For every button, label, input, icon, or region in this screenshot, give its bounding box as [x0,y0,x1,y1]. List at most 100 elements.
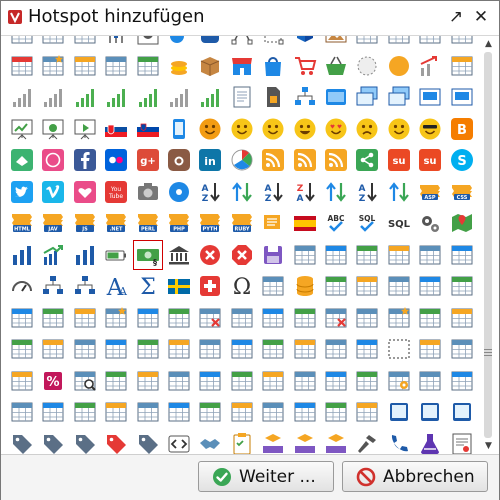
icon-cell[interactable] [70,240,100,270]
icon-cell[interactable] [227,303,257,333]
icon-cell[interactable] [447,429,477,454]
icon-cell[interactable] [352,429,382,455]
icon-cell[interactable] [38,240,68,270]
icon-cell[interactable] [384,397,414,427]
icon-cell[interactable] [227,240,257,270]
icon-cell[interactable] [321,271,351,301]
icon-cell[interactable] [70,114,100,144]
icon-cell[interactable] [321,51,351,81]
icon-cell[interactable] [7,51,37,81]
icon-cell[interactable] [258,208,288,238]
icon-cell[interactable]: su [384,145,414,175]
icon-cell[interactable] [227,429,257,454]
icon-cell[interactable] [195,366,225,396]
icon-cell[interactable] [352,303,382,333]
icon-cell[interactable] [415,366,445,396]
icon-cell[interactable] [384,114,414,144]
icon-cell[interactable] [258,271,288,301]
icon-cell[interactable] [195,240,225,270]
icon-cell[interactable] [415,334,445,364]
icon-cell[interactable] [290,271,320,301]
icon-cell[interactable] [384,366,414,396]
icon-cell[interactable] [195,51,225,81]
icon-cell[interactable]: AZ [258,177,288,207]
icon-cell[interactable] [70,397,100,427]
icon-cell[interactable] [447,208,477,238]
icon-cell[interactable] [227,82,257,112]
icon-cell[interactable] [133,397,163,427]
icon-cell[interactable] [164,240,194,270]
icon-cell[interactable]: PYTH [195,208,225,238]
icon-cell[interactable] [7,240,37,270]
icon-cell[interactable] [38,114,68,144]
icon-cell[interactable] [352,114,382,144]
icon-cell[interactable] [70,145,100,175]
icon-cell[interactable] [290,429,320,455]
icon-cell[interactable] [7,303,37,333]
icon-cell[interactable] [384,82,414,112]
icon-cell[interactable] [352,240,382,270]
icon-cell[interactable] [352,397,382,427]
icon-cell[interactable] [321,114,351,144]
icon-cell[interactable] [384,36,414,49]
next-button[interactable]: Weiter ... [198,461,334,492]
icon-cell[interactable] [258,82,288,112]
icon-cell[interactable] [227,145,257,175]
icon-cell[interactable] [164,177,194,207]
icon-cell[interactable] [195,114,225,144]
icon-cell[interactable]: SQL [352,208,382,238]
icon-cell[interactable] [258,429,288,455]
icon-cell[interactable] [38,51,68,81]
icon-cell[interactable]: su [415,145,445,175]
icon-cell[interactable] [101,82,131,112]
icon-cell[interactable] [195,82,225,112]
icon-cell[interactable] [101,429,131,455]
icon-cell[interactable] [290,145,320,175]
icon-cell[interactable] [38,177,68,207]
icon-cell[interactable] [164,366,194,396]
icon-cell[interactable] [133,51,163,81]
icon-cell[interactable] [447,366,477,396]
icon-cell[interactable] [133,429,163,455]
icon-cell[interactable]: You Tube [101,177,131,207]
icon-cell[interactable] [7,36,37,49]
icon-cell[interactable] [447,36,477,49]
icon-cell[interactable] [290,334,320,364]
icon-cell[interactable] [133,334,163,364]
icon-cell[interactable] [321,177,351,207]
icon-cell[interactable] [447,82,477,112]
icon-cell[interactable] [38,397,68,427]
icon-cell[interactable] [38,334,68,364]
icon-cell[interactable] [7,334,37,364]
icon-cell[interactable] [7,82,37,112]
icon-cell[interactable] [321,334,351,364]
icon-cell[interactable] [258,51,288,81]
icon-cell[interactable] [70,51,100,81]
icon-cell[interactable] [38,429,68,455]
icon-cell[interactable] [38,36,68,49]
icon-cell[interactable] [7,366,37,396]
icon-cell[interactable] [352,145,382,175]
icon-cell[interactable] [258,36,288,49]
icon-cell[interactable]: B [447,114,477,144]
icon-cell[interactable] [7,429,37,455]
icon-cell[interactable] [321,145,351,175]
icon-cell[interactable] [415,82,445,112]
icon-cell[interactable] [164,271,194,301]
icon-cell[interactable]: RUBY [227,208,257,238]
icon-cell[interactable] [321,429,351,455]
icon-cell[interactable] [7,145,37,175]
icon-cell[interactable] [290,303,320,333]
icon-cell[interactable] [38,271,68,301]
icon-cell[interactable] [70,366,100,396]
icon-cell[interactable] [384,271,414,301]
icon-cell[interactable] [258,303,288,333]
icon-cell[interactable] [227,114,257,144]
scrollbar-thumb[interactable] [484,52,492,438]
icon-cell[interactable] [133,82,163,112]
icon-cell[interactable] [133,366,163,396]
icon-cell[interactable] [164,397,194,427]
icon-cell[interactable] [415,114,445,144]
icon-cell[interactable] [290,366,320,396]
icon-cell[interactable]: S [447,145,477,175]
